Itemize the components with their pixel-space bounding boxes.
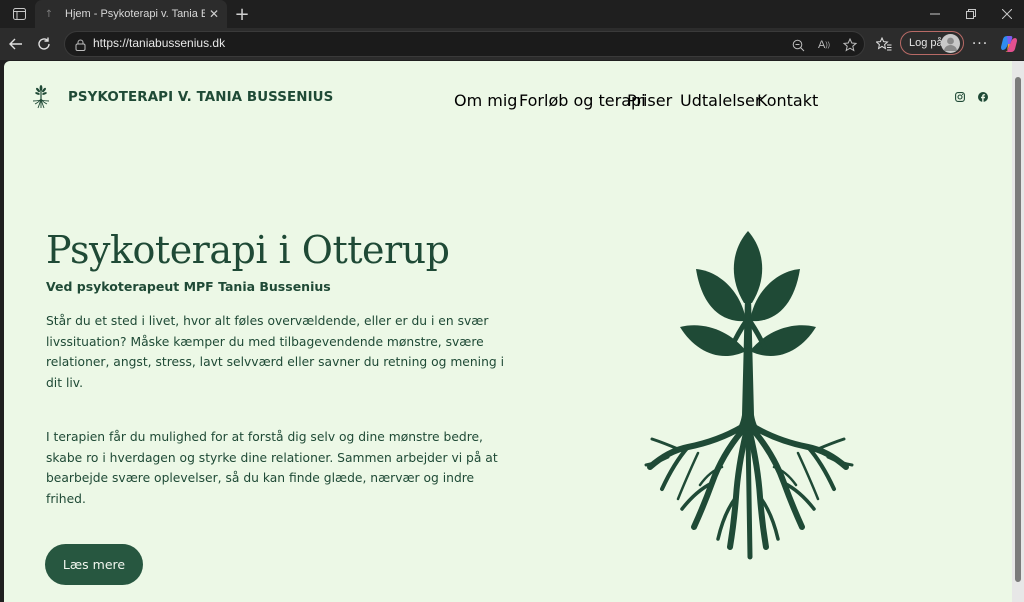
tree-logo-icon[interactable] (32, 85, 50, 109)
address-toolbar: https://taniabussenius.dk A)) Log på ··· (0, 28, 1024, 60)
read-more-button[interactable]: Læs mere (45, 544, 143, 585)
profile-login-button[interactable]: Log på (900, 31, 964, 55)
close-tab-icon[interactable]: ✕ (209, 7, 219, 21)
favorites-icon[interactable] (871, 32, 897, 56)
refresh-icon[interactable] (31, 32, 57, 56)
read-aloud-icon[interactable]: A)) (815, 36, 833, 54)
facebook-icon[interactable] (978, 92, 988, 102)
avatar (941, 34, 960, 53)
instagram-icon[interactable] (955, 92, 965, 102)
hero-heading: Psykoterapi i Otterup (46, 228, 450, 273)
nav-link-priser[interactable]: Priser (627, 91, 672, 110)
copilot-icon[interactable] (996, 32, 1022, 56)
web-page: PSYKOTERAPI V. TANIA BUSSENIUS Om mig Fo… (4, 61, 1012, 602)
zoom-icon[interactable] (789, 36, 807, 54)
restore-icon[interactable] (952, 0, 990, 28)
tree-illustration (644, 231, 854, 560)
loading-favicon-icon: ↑ (44, 8, 54, 20)
browser-tab-active[interactable]: ↑ Hjem - Psykoterapi v. Tania Bussenius … (35, 0, 227, 28)
close-window-icon[interactable] (988, 0, 1024, 28)
back-icon[interactable] (3, 32, 29, 56)
site-info-lock-icon[interactable] (71, 36, 89, 54)
site-title[interactable]: PSYKOTERAPI V. TANIA BUSSENIUS (68, 90, 333, 105)
login-label: Log på (909, 37, 943, 49)
scrollbar-thumb[interactable] (1015, 77, 1021, 582)
nav-link-kontakt[interactable]: Kontakt (757, 91, 818, 110)
nav-link-udtalelser[interactable]: Udtalelser (680, 91, 761, 110)
page-scrollbar[interactable] (1012, 61, 1024, 602)
hero-paragraph-1: Står du et sted i livet, hvor alt føles … (46, 314, 505, 391)
new-tab-button[interactable]: + (231, 3, 253, 25)
read-more-label: Læs mere (62, 557, 126, 572)
favorite-star-icon[interactable] (841, 36, 859, 54)
browser-tab-strip: ↑ Hjem - Psykoterapi v. Tania Bussenius … (0, 0, 1024, 28)
nav-link-om-mig[interactable]: Om mig (454, 91, 517, 110)
hero-paragraph-2: I terapien får du mulighed for at forstå… (46, 430, 498, 507)
url-text[interactable]: https://taniabussenius.dk (93, 36, 225, 50)
hero-subtitle: Ved psykoterapeut MPF Tania Bussenius (46, 279, 331, 294)
more-options-icon[interactable]: ··· (967, 32, 993, 56)
minimize-icon[interactable] (916, 0, 954, 28)
address-bar[interactable]: https://taniabussenius.dk A)) (64, 31, 865, 57)
tab-actions-icon[interactable] (0, 0, 38, 28)
tab-title: Hjem - Psykoterapi v. Tania Bussenius (65, 8, 205, 20)
